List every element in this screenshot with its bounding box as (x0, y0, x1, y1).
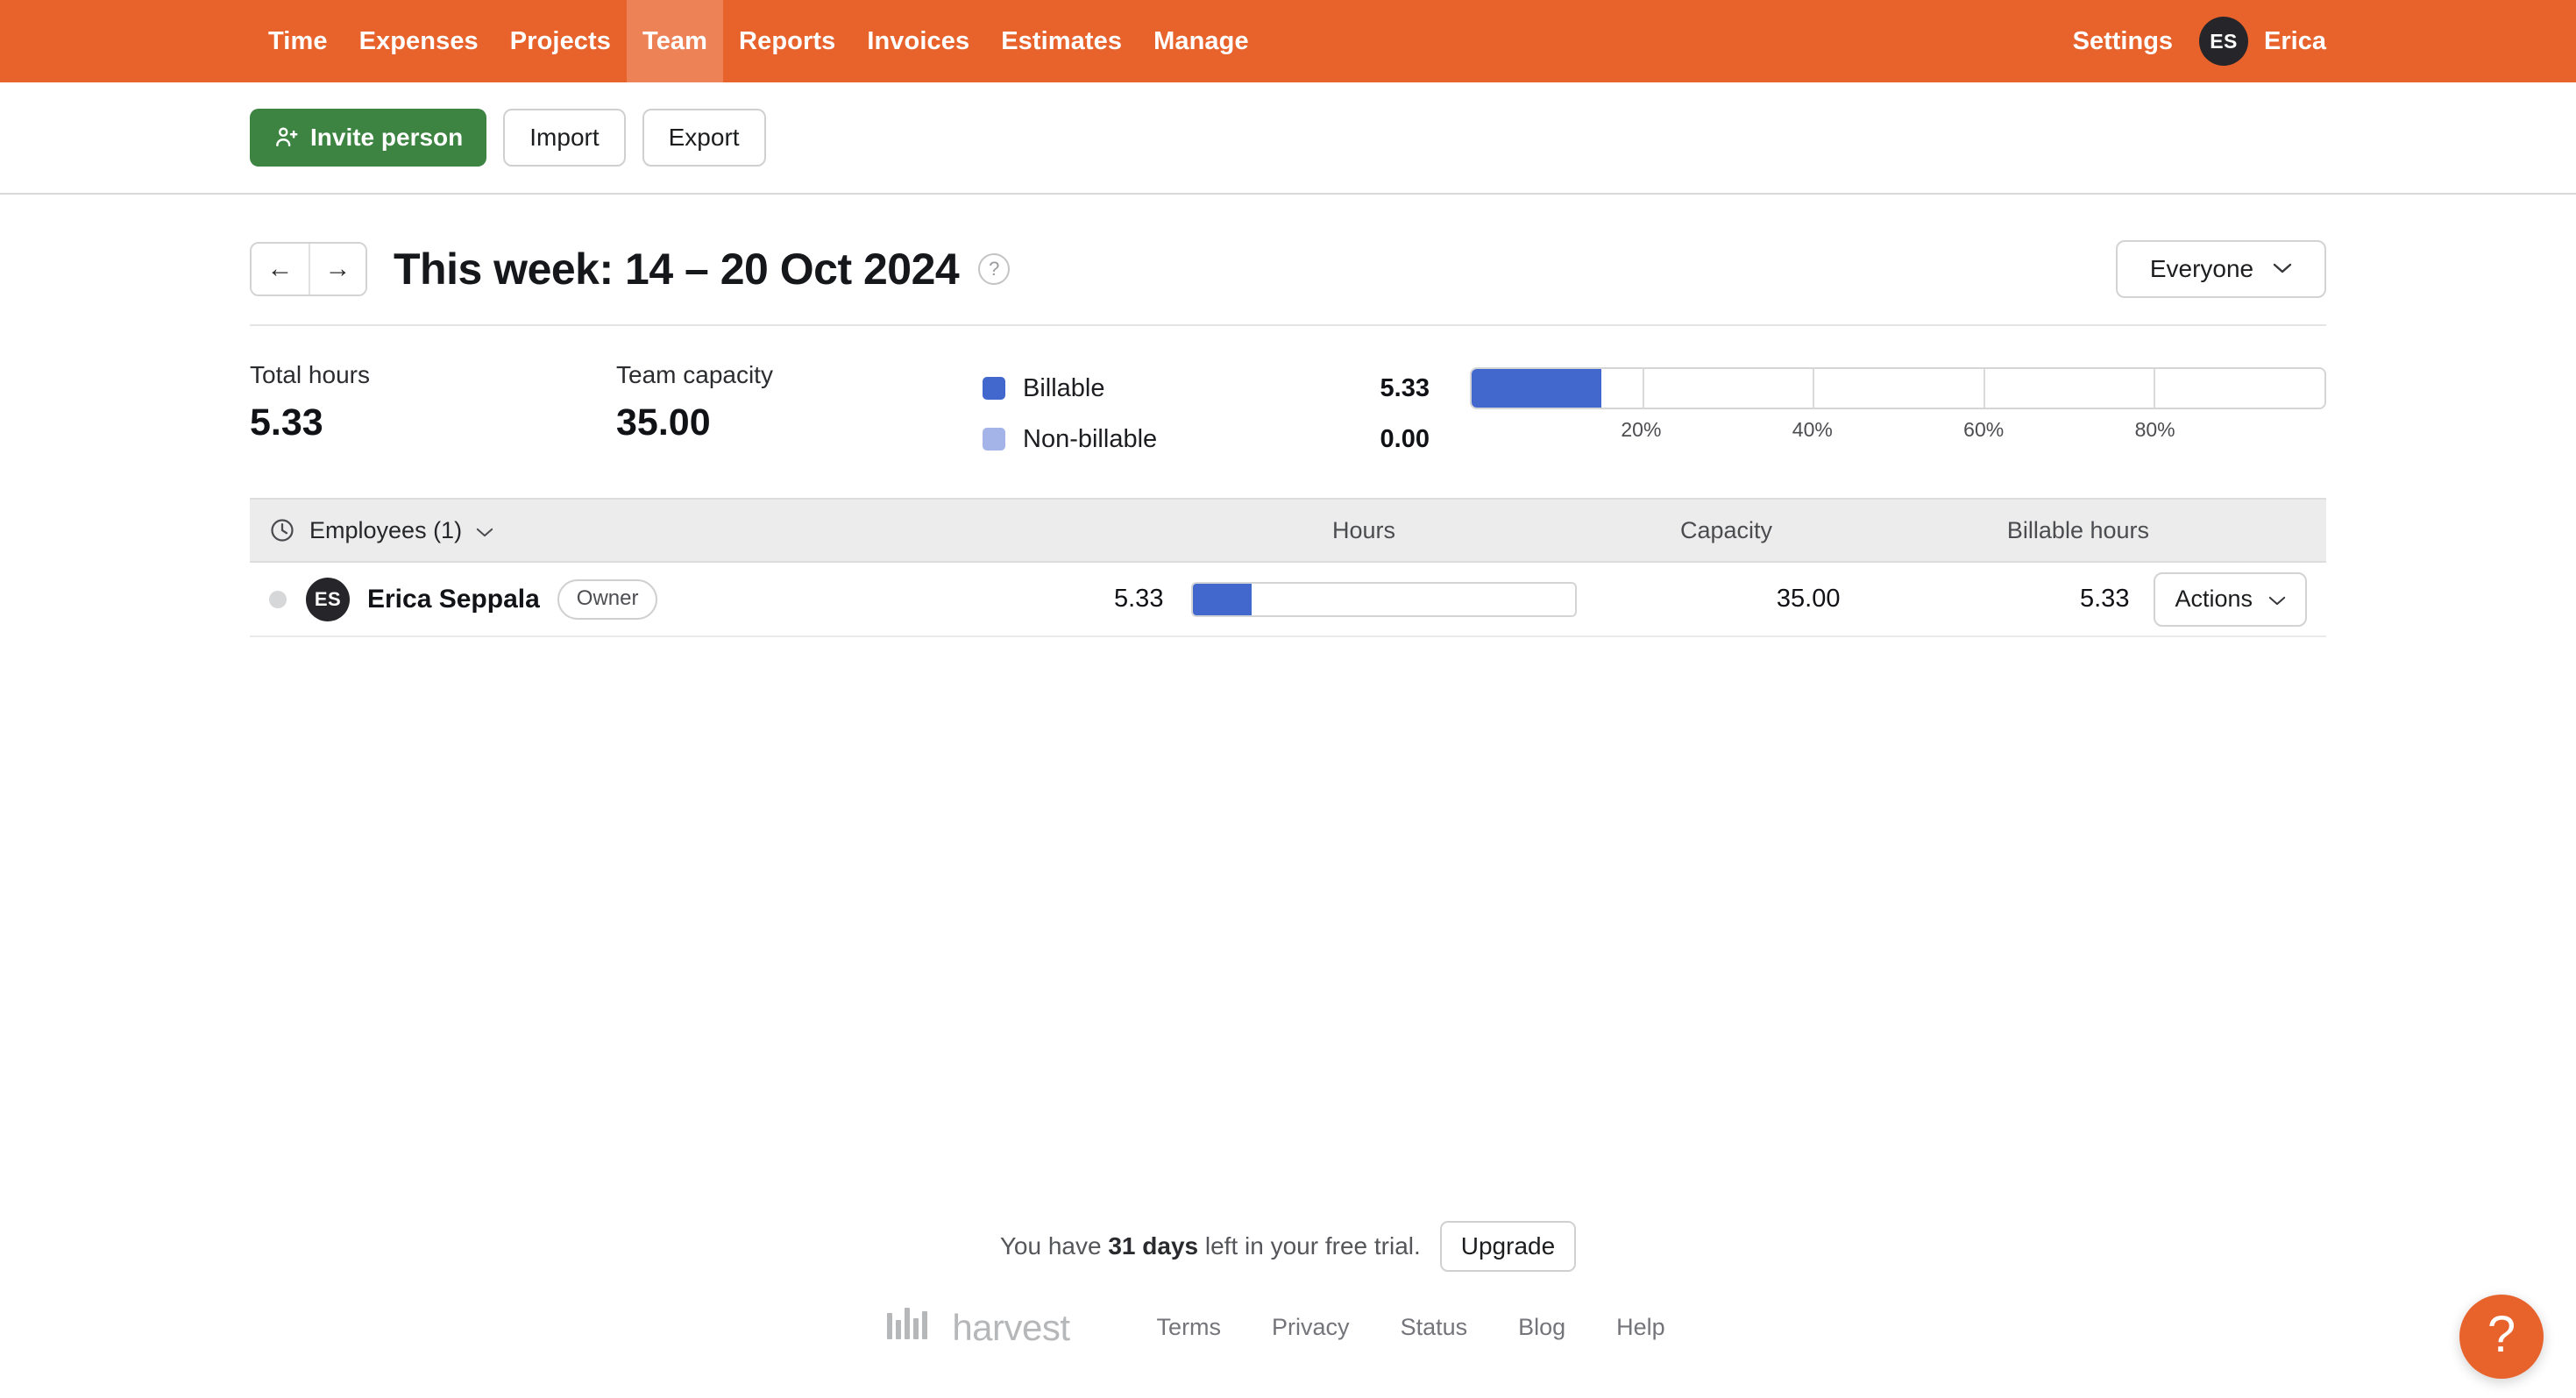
stat-team-capacity: Team capacity 35.00 (616, 361, 983, 444)
legend-value-billable: 5.33 (1380, 374, 1430, 403)
capacity-axis-labels: 20% 40% 60% 80% (1470, 418, 2326, 453)
trial-prefix: You have (1000, 1232, 1109, 1260)
trial-days: 31 days (1108, 1232, 1198, 1260)
billable-swatch (983, 377, 1005, 400)
nav-item-invoices[interactable]: Invoices (851, 0, 985, 82)
legend-value-non-billable: 0.00 (1380, 425, 1430, 454)
nav-item-manage[interactable]: Manage (1138, 0, 1265, 82)
harvest-logo: harvest (885, 1306, 1069, 1349)
capacity-bar-gridline (1813, 369, 1814, 408)
employees-group-toggle[interactable]: Employees (1) (269, 517, 493, 544)
people-filter-label: Everyone (2150, 255, 2253, 283)
capacity-tick-label: 60% (1963, 418, 2004, 442)
settings-link[interactable]: Settings (2073, 27, 2173, 56)
footer-link-blog[interactable]: Blog (1518, 1314, 1565, 1341)
user-menu[interactable]: ES Erica (2199, 17, 2326, 66)
avatar: ES (306, 578, 350, 621)
legend-label-billable: Billable (1023, 374, 1105, 403)
row-actions-button[interactable]: Actions (2154, 572, 2307, 627)
team-capacity-value: 35.00 (616, 401, 983, 444)
nav-right-group: Settings ES Erica (2073, 0, 2576, 82)
action-toolbar: Invite person Import Export (0, 82, 2576, 195)
total-hours-value: 5.33 (250, 401, 616, 444)
billable-legend: Billable 5.33 Non-billable 0.00 (983, 361, 1430, 465)
capacity-bar-track (1470, 367, 2326, 409)
site-footer: harvest Terms Privacy Status Blog Help (0, 1306, 2576, 1349)
help-support-button[interactable]: ? (2459, 1295, 2544, 1379)
people-filter-dropdown[interactable]: Everyone (2116, 240, 2326, 298)
question-mark-icon: ? (2487, 1309, 2516, 1360)
top-navigation-bar: Time Expenses Projects Team Reports Invo… (0, 0, 2576, 82)
capacity-tick-label: 20% (1621, 418, 1661, 442)
nav-item-estimates[interactable]: Estimates (985, 0, 1138, 82)
capacity-chart: 20% 40% 60% 80% (1430, 361, 2326, 453)
upgrade-button[interactable]: Upgrade (1440, 1221, 1576, 1272)
stat-total-hours: Total hours 5.33 (250, 361, 616, 444)
footer-link-terms[interactable]: Terms (1157, 1314, 1222, 1341)
page-content: ← → This week: 14 – 20 Oct 2024 ? Everyo… (0, 214, 2576, 637)
nav-item-projects[interactable]: Projects (494, 0, 627, 82)
trial-message: You have 31 days left in your free trial… (1000, 1232, 1421, 1260)
non-billable-swatch (983, 428, 1005, 451)
nav-item-time[interactable]: Time (252, 0, 344, 82)
column-header-billable-hours: Billable hours (1772, 517, 2149, 544)
user-name-label: Erica (2264, 27, 2326, 56)
capacity-tick-label: 80% (2135, 418, 2175, 442)
cell-billable-hours: 5.33 (1840, 585, 2129, 614)
capacity-tick-label: 40% (1792, 418, 1833, 442)
status-badge: Owner (557, 579, 658, 620)
trial-suffix: left in your free trial. (1198, 1232, 1421, 1260)
cell-hours: 5.33 (979, 585, 1163, 614)
chevron-down-icon (2268, 585, 2286, 613)
nav-item-team[interactable]: Team (627, 0, 723, 82)
employees-group-label: Employees (1) (309, 517, 462, 544)
summary-section: Total hours 5.33 Team capacity 35.00 Bil… (250, 326, 2326, 498)
chevron-down-icon (476, 517, 493, 544)
harvest-mark-icon (885, 1306, 940, 1349)
cell-capacity: 35.00 (1577, 585, 1840, 614)
avatar: ES (2199, 17, 2248, 66)
page-header: ← → This week: 14 – 20 Oct 2024 ? Everyo… (250, 214, 2326, 326)
previous-week-button[interactable]: ← (252, 244, 309, 295)
table-row: ES Erica Seppala Owner 5.33 35.00 5.33 A… (250, 563, 2326, 637)
page-title: This week: 14 – 20 Oct 2024 (394, 244, 959, 295)
nav-item-expenses[interactable]: Expenses (344, 0, 494, 82)
invite-person-label: Invite person (310, 124, 463, 152)
nav-item-reports[interactable]: Reports (723, 0, 851, 82)
capacity-bar-gridline (1643, 369, 1644, 408)
footer-link-help[interactable]: Help (1616, 1314, 1665, 1341)
chevron-down-icon (2273, 260, 2292, 278)
clock-icon (269, 517, 295, 543)
row-capacity-bar-track (1191, 582, 1577, 617)
legend-item-billable: Billable 5.33 (983, 363, 1430, 414)
import-button[interactable]: Import (503, 109, 625, 167)
next-week-button[interactable]: → (309, 244, 365, 295)
capacity-bar-gridline (1983, 369, 1985, 408)
team-capacity-label: Team capacity (616, 361, 983, 389)
employee-name[interactable]: Erica Seppala (367, 585, 540, 614)
primary-nav-items: Time Expenses Projects Team Reports Invo… (252, 0, 1265, 82)
footer-link-status[interactable]: Status (1401, 1314, 1468, 1341)
status-indicator-icon (269, 591, 287, 608)
trial-banner: You have 31 days left in your free trial… (0, 1221, 2576, 1272)
capacity-bar-fill (1472, 369, 1601, 408)
row-capacity-bar-fill (1193, 584, 1251, 615)
row-actions-label: Actions (2175, 585, 2253, 613)
column-header-capacity: Capacity (1395, 517, 1772, 544)
week-navigation: ← → (250, 242, 367, 296)
export-button[interactable]: Export (642, 109, 766, 167)
total-hours-label: Total hours (250, 361, 616, 389)
help-icon[interactable]: ? (978, 253, 1010, 285)
footer-link-privacy[interactable]: Privacy (1272, 1314, 1350, 1341)
column-header-hours: Hours (1010, 517, 1395, 544)
invite-person-button[interactable]: Invite person (250, 109, 486, 167)
table-header-row: Employees (1) Hours Capacity Billable ho… (250, 498, 2326, 563)
person-add-icon (273, 124, 300, 151)
harvest-wordmark: harvest (952, 1307, 1069, 1349)
legend-label-non-billable: Non-billable (1023, 425, 1157, 454)
legend-item-non-billable: Non-billable 0.00 (983, 414, 1430, 465)
capacity-bar-gridline (2154, 369, 2155, 408)
